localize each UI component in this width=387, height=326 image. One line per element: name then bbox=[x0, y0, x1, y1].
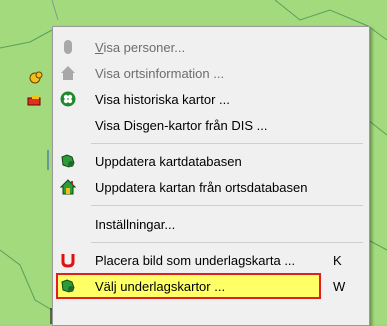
menu-item-installningar[interactable]: Inställningar... bbox=[53, 211, 369, 237]
menu-item-label-rest: isa personer... bbox=[103, 39, 186, 55]
menu-item-label: Visa Disgen-kartor från DIS ... bbox=[95, 117, 268, 133]
menu-item-shortcut: K bbox=[333, 252, 342, 268]
menu-item-visa-personer[interactable]: Visa personer... bbox=[53, 34, 369, 60]
menu-item-shortcut: W bbox=[333, 278, 346, 294]
menu-item-label: Visa ortsinformation ... bbox=[95, 65, 225, 81]
menu-separator bbox=[91, 205, 363, 206]
map-select-icon bbox=[60, 278, 76, 294]
menu-item-visa-ortsinformation[interactable]: Visa ortsinformation ... bbox=[53, 60, 369, 86]
menu-item-uppdatera-kartan[interactable]: Uppdatera kartan från ortsdatabasen bbox=[53, 174, 369, 200]
green-clover-icon bbox=[60, 91, 76, 107]
menu-item-placera-bild[interactable]: Placera bild som underlagskarta ... K bbox=[53, 247, 369, 273]
menu-item-label: Visa historiska kartor ... bbox=[95, 91, 230, 107]
menu-separator bbox=[91, 242, 363, 243]
house-update-icon bbox=[60, 179, 76, 195]
menu-item-label: Välj underlagskartor ... bbox=[95, 278, 226, 294]
menu-item-label: Uppdatera kartan från ortsdatabasen bbox=[95, 179, 308, 195]
menu-item-visa-disgen-kartor[interactable]: Visa Disgen-kartor från DIS ... bbox=[53, 112, 369, 138]
menu-item-label: Uppdatera kartdatabasen bbox=[95, 153, 242, 169]
menu-item-label: Visa personer... bbox=[95, 39, 186, 55]
person-silhouette-icon bbox=[60, 39, 76, 55]
red-u-icon bbox=[60, 252, 76, 268]
menu-item-valj-underlagskartor[interactable]: Välj underlagskartor ... W bbox=[56, 273, 345, 299]
menu-item-visa-historiska-kartor[interactable]: Visa historiska kartor ... bbox=[53, 86, 369, 112]
map-update-icon bbox=[60, 153, 76, 169]
menu-item-label: Placera bild som underlagskarta ... bbox=[95, 252, 296, 268]
menu-separator bbox=[91, 143, 363, 144]
menu-item-uppdatera-kartdatabasen[interactable]: Uppdatera kartdatabasen bbox=[53, 148, 369, 174]
menu-item-label: Inställningar... bbox=[95, 216, 176, 232]
house-icon bbox=[60, 65, 76, 81]
context-menu: Visa personer... Visa ortsinformation ..… bbox=[52, 26, 370, 326]
